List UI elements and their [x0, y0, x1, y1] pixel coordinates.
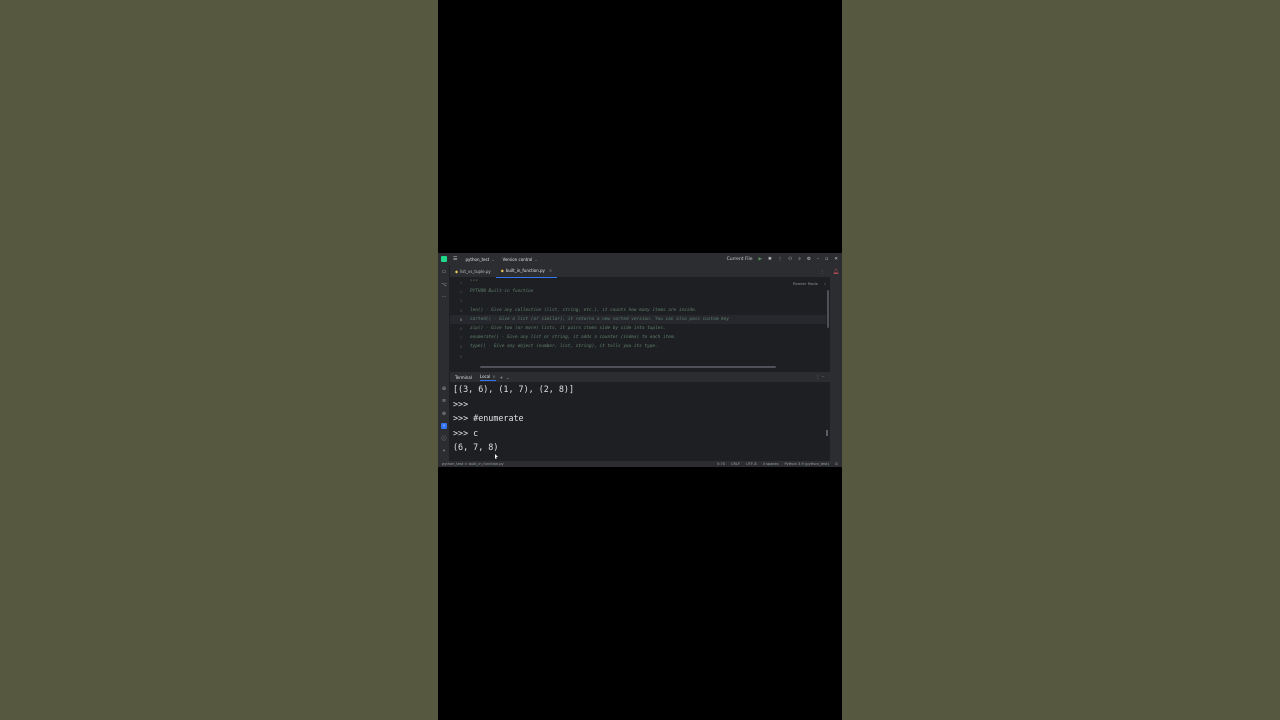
- terminal-options-icon[interactable]: ⋮ –: [815, 372, 824, 382]
- code-line: 7 enumerate() - Give any list or string,…: [459, 335, 677, 341]
- terminal-line: >>> c: [453, 427, 479, 438]
- code-line: 8 type() - Give any object (number, list…: [459, 344, 658, 350]
- code-line-current: 5 sorted() - Give a list (or similar), i…: [450, 314, 826, 324]
- tab-local[interactable]: Local ×: [479, 374, 496, 381]
- python-interpreter[interactable]: Python 3.9 (python_test): [784, 462, 829, 466]
- notifications-icon[interactable]: 🔔︎: [833, 269, 839, 275]
- vertical-scrollbar[interactable]: [827, 290, 829, 328]
- run-icon[interactable]: ▶: [759, 257, 762, 262]
- new-terminal-icon[interactable]: +: [500, 375, 503, 380]
- tab-label: list_vs_tuple.py: [460, 268, 491, 274]
- caret-position[interactable]: 5:70: [717, 462, 725, 466]
- python-file-icon: ◆: [500, 268, 504, 273]
- chevron-down-icon: ⌄: [491, 256, 495, 262]
- services-icon[interactable]: ⊚: [441, 411, 447, 417]
- close-tab-icon[interactable]: ×: [549, 268, 552, 273]
- line-separator[interactable]: CRLF: [731, 462, 740, 466]
- tabs-more-icon[interactable]: ⋮: [820, 265, 824, 278]
- folder-icon[interactable]: ▭: [441, 269, 447, 275]
- code-line: 6 zip() - Give two (or more) lists, it p…: [459, 326, 666, 331]
- maximize-icon[interactable]: ▫: [825, 257, 828, 262]
- code-line: 4 len() - Give any collection (list, str…: [459, 307, 698, 313]
- file-encoding[interactable]: UTF-8: [746, 462, 756, 466]
- terminal-scrollbar[interactable]: [826, 430, 828, 436]
- tab-list-vs-tuple[interactable]: ◆ list_vs_tuple.py: [450, 265, 496, 278]
- code-line: 9: [459, 353, 462, 359]
- right-tool-bar: 🔔︎: [830, 265, 842, 461]
- tab-label: built_in_function.py: [505, 268, 545, 273]
- app-logo-icon: [441, 256, 447, 262]
- gear-icon[interactable]: ⚙: [807, 257, 811, 262]
- main-menu-icon[interactable]: ☰: [453, 256, 457, 262]
- structure-icon[interactable]: ⌥: [441, 282, 447, 288]
- status-bar: python_test > built_in_function.py 5:70 …: [438, 461, 842, 467]
- left-tool-bar: ▭ ⌥ … ⊛ ≋ ⊚ › ⓘ ⑂: [438, 265, 450, 461]
- terminal-line: [(3, 6), (1, 7), (2, 8)]: [453, 384, 575, 394]
- editor-tabs: ◆ list_vs_tuple.py ◆ built_in_function.p…: [450, 265, 830, 278]
- account-icon[interactable]: ⚇: [788, 257, 792, 262]
- plugins-icon[interactable]: ⊛: [441, 386, 447, 392]
- problems-icon[interactable]: ⓘ: [441, 436, 447, 442]
- run-config-selector[interactable]: Current File: [727, 257, 753, 262]
- more-icon[interactable]: ⋮: [778, 257, 783, 262]
- title-bar: ☰ python_test ⌄ Version control ⌄ Current …: [438, 253, 842, 265]
- search-icon[interactable]: ⌕: [798, 256, 801, 262]
- terminal-line: >>>: [453, 398, 469, 409]
- code-editor[interactable]: Reader Mode ✓ 1 """ 2 PYTHON Built-in fun…: [450, 278, 830, 370]
- mouse-pointer-icon: [495, 454, 498, 459]
- tab-built-in-function[interactable]: ◆ built_in_function.py ×: [495, 265, 558, 278]
- horizontal-scrollbar[interactable]: [480, 366, 776, 368]
- code-line: 3: [459, 298, 462, 304]
- terminal-icon[interactable]: ›: [441, 423, 447, 429]
- debug-icon[interactable]: ✱: [768, 257, 772, 262]
- close-tab-icon[interactable]: ×: [492, 374, 495, 379]
- chevron-down-icon[interactable]: ⌄: [506, 375, 509, 380]
- terminal-title: Terminal: [455, 374, 472, 380]
- indent-setting[interactable]: 4 spaces: [763, 462, 779, 466]
- minimize-icon[interactable]: –: [817, 257, 819, 262]
- terminal-line: (6, 7, 8): [453, 442, 499, 452]
- code-line: 2 PYTHON Built-in function: [459, 289, 534, 295]
- version-control-menu[interactable]: Version control: [503, 257, 533, 262]
- status-breadcrumb[interactable]: python_test > built_in_function.py: [442, 462, 504, 466]
- python-file-icon: ◆: [455, 268, 459, 274]
- close-icon[interactable]: ✕: [834, 257, 838, 262]
- more-tools-icon[interactable]: …: [441, 293, 447, 299]
- code-line: 1 """: [459, 280, 478, 285]
- chevron-down-icon: ⌄: [534, 256, 538, 262]
- terminal-header: Terminal Local × + ⌄ ⋮ –: [450, 372, 830, 382]
- project-selector[interactable]: python_test: [465, 257, 489, 262]
- git-icon[interactable]: ⑂: [441, 448, 447, 454]
- layers-icon[interactable]: ≋: [441, 398, 447, 404]
- ide-window: ☰ python_test ⌄ Version control ⌄ Current …: [438, 253, 842, 467]
- terminal-output[interactable]: [(3, 6), (1, 7), (2, 8)] >>> >>> #enumer…: [450, 382, 830, 461]
- lock-icon[interactable]: ⊡: [835, 462, 838, 466]
- terminal-line: >>> #enumerate: [453, 413, 524, 423]
